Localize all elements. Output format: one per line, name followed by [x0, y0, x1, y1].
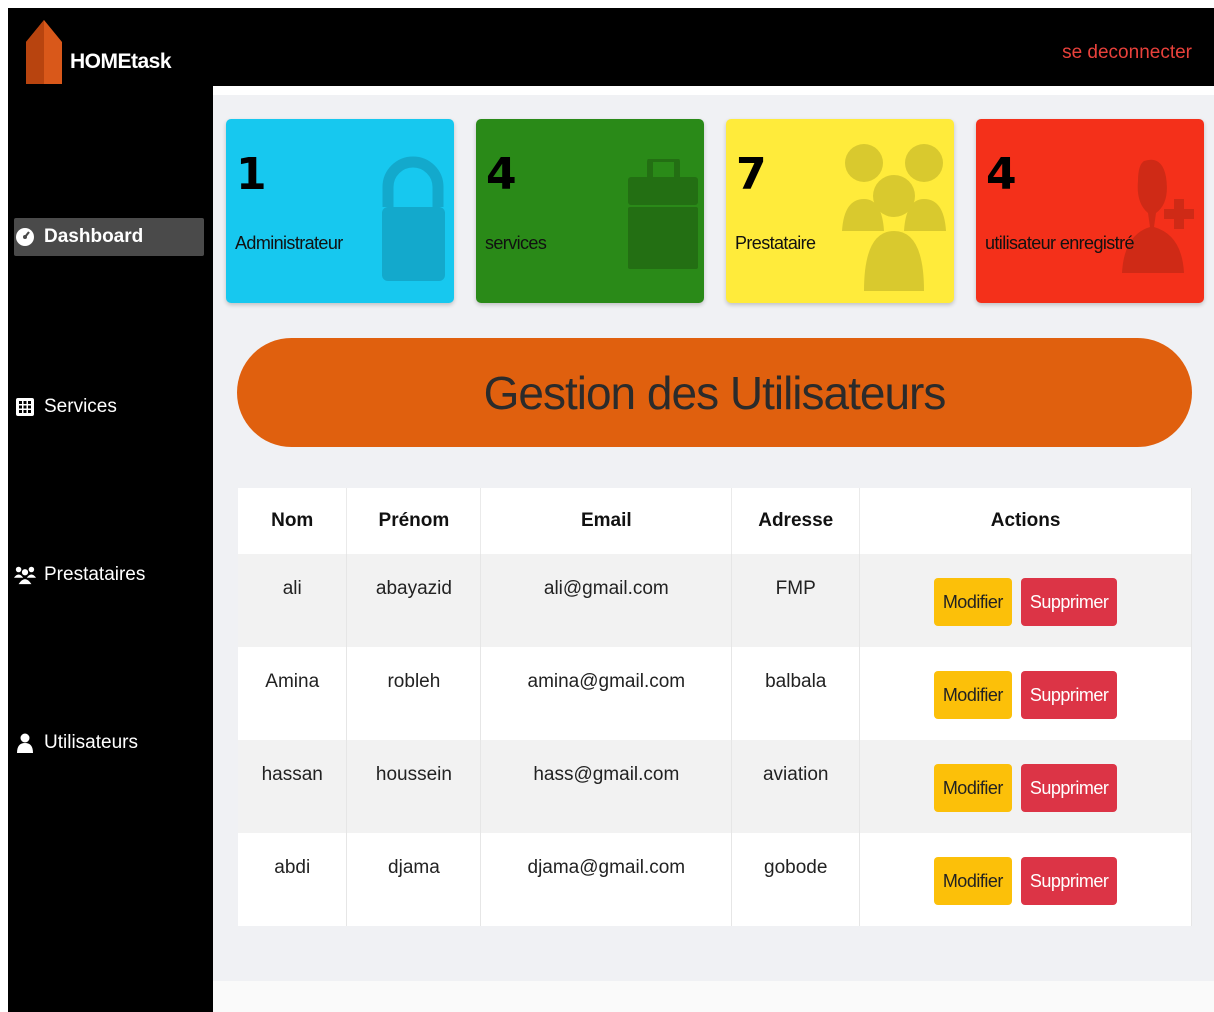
cell-adresse: aviation	[731, 740, 861, 833]
users-group-icon	[842, 144, 946, 291]
card-label: Prestataire	[735, 233, 816, 253]
table-row: Amina robleh amina@gmail.com balbala Mod…	[238, 647, 1192, 740]
supprimer-button[interactable]: Supprimer	[1020, 671, 1118, 719]
table-row: hassan houssein hass@gmail.com aviation …	[238, 740, 1192, 833]
cell-adresse: FMP	[731, 554, 861, 647]
column-header-email: Email	[480, 488, 733, 554]
dashboard-icon	[14, 226, 36, 248]
modifier-button[interactable]: Modifier	[933, 578, 1012, 626]
cell-email: hass@gmail.com	[480, 740, 733, 833]
users-table: Nom Prénom Email Adresse Actions ali aba…	[238, 488, 1192, 930]
cell-actions: Modifier Supprimer	[859, 554, 1192, 647]
cell-adresse: balbala	[731, 647, 861, 740]
card-label: utilisateur enregistré	[985, 233, 1134, 253]
modifier-button[interactable]: Modifier	[933, 671, 1012, 719]
cell-prenom: houssein	[346, 740, 482, 833]
logout-link[interactable]: se deconnecter	[1062, 42, 1192, 64]
table-row: ali abayazid ali@gmail.com FMP Modifier S…	[238, 554, 1192, 647]
cell-nom: hassan	[238, 740, 348, 833]
column-header-prenom: Prénom	[346, 488, 482, 554]
sidebar-item-label: Services	[44, 396, 117, 417]
briefcase-icon	[628, 159, 698, 269]
column-header-adresse: Adresse	[731, 488, 861, 554]
page-title-banner: Gestion des Utilisateurs	[237, 338, 1192, 447]
column-header-nom: Nom	[238, 488, 348, 554]
cell-prenom: djama	[346, 833, 482, 926]
cell-actions: Modifier Supprimer	[859, 647, 1192, 740]
grid-icon	[14, 396, 36, 418]
supprimer-button[interactable]: Supprimer	[1020, 578, 1118, 626]
cell-email: ali@gmail.com	[480, 554, 733, 647]
card-count: 4	[486, 149, 517, 200]
modifier-button[interactable]: Modifier	[933, 764, 1012, 812]
card-label: Administrateur	[235, 233, 343, 253]
cell-nom: ali	[238, 554, 348, 647]
user-icon	[14, 732, 36, 754]
card-administrateur: 1 Administrateur	[226, 119, 454, 303]
cell-email: djama@gmail.com	[480, 833, 733, 926]
card-prestataire: 7 Prestataire	[726, 119, 954, 303]
cell-adresse: gobode	[731, 833, 861, 926]
cell-actions: Modifier Supprimer	[859, 833, 1192, 926]
brand-name: HOMEtask	[70, 50, 172, 73]
sidebar-item-dashboard[interactable]: Dashboard	[14, 218, 204, 256]
sidebar: Dashboard Services Prestataires Utilisat…	[8, 86, 213, 1012]
sidebar-item-label: Prestataires	[44, 564, 146, 585]
card-count: 1	[236, 149, 267, 200]
sidebar-item-prestataires[interactable]: Prestataires	[14, 556, 204, 594]
modifier-button[interactable]: Modifier	[933, 857, 1012, 905]
card-services: 4 services	[476, 119, 704, 303]
user-add-icon	[1122, 159, 1194, 273]
cell-email: amina@gmail.com	[480, 647, 733, 740]
cell-nom: abdi	[238, 833, 348, 926]
brand-logo[interactable]: HOMEtask	[20, 14, 180, 84]
supprimer-button[interactable]: Supprimer	[1020, 764, 1118, 812]
cell-actions: Modifier Supprimer	[859, 740, 1192, 833]
column-header-actions: Actions	[859, 488, 1192, 554]
table-row: abdi djama djama@gmail.com gobode Modifi…	[238, 833, 1192, 926]
cell-prenom: abayazid	[346, 554, 482, 647]
users-icon	[14, 564, 36, 586]
card-count: 7	[736, 149, 767, 200]
top-navbar: HOMEtask se deconnecter	[8, 8, 1214, 86]
footer-strip	[213, 981, 1214, 1012]
supprimer-button[interactable]: Supprimer	[1020, 857, 1118, 905]
house-logo-icon	[26, 20, 62, 84]
card-utilisateur-enregistre: 4 utilisateur enregistré	[976, 119, 1204, 303]
sidebar-item-services[interactable]: Services	[14, 388, 204, 426]
cell-prenom: robleh	[346, 647, 482, 740]
sidebar-item-utilisateurs[interactable]: Utilisateurs	[14, 724, 204, 762]
sidebar-item-label: Utilisateurs	[44, 732, 138, 753]
lock-icon	[382, 156, 445, 281]
card-count: 4	[986, 149, 1017, 200]
page-title: Gestion des Utilisateurs	[483, 366, 947, 419]
card-label: services	[485, 233, 547, 253]
cell-nom: Amina	[238, 647, 348, 740]
sidebar-item-label: Dashboard	[44, 226, 144, 247]
